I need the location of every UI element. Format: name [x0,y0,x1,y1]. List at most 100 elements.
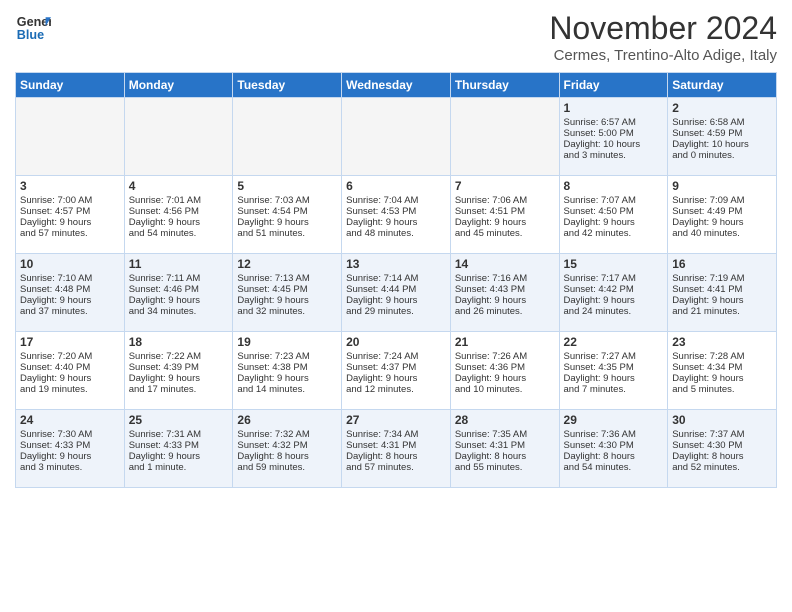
cell-info-line: Sunset: 4:45 PM [237,284,337,295]
day-number: 13 [346,257,446,271]
logo: General Blue [15,10,51,46]
cell-info-line: Sunset: 4:36 PM [455,362,555,373]
day-number: 12 [237,257,337,271]
cell-info-line: Sunset: 4:59 PM [672,128,772,139]
cell-info-line: Sunrise: 7:13 AM [237,273,337,284]
cell-info-line: Daylight: 10 hours [564,139,664,150]
cell-info-line: Sunset: 4:54 PM [237,206,337,217]
cell-info-line: Sunset: 4:51 PM [455,206,555,217]
calendar-cell: 15Sunrise: 7:17 AMSunset: 4:42 PMDayligh… [559,254,668,332]
cell-info-line: Daylight: 9 hours [346,295,446,306]
cell-info-line: and 54 minutes. [129,228,229,239]
cell-info-line: Sunset: 4:33 PM [20,440,120,451]
day-number: 30 [672,413,772,427]
cell-info-line: Sunset: 4:38 PM [237,362,337,373]
calendar-cell [450,98,559,176]
calendar-cell: 10Sunrise: 7:10 AMSunset: 4:48 PMDayligh… [16,254,125,332]
cell-info-line: Sunset: 4:43 PM [455,284,555,295]
cell-info-line: Sunrise: 7:35 AM [455,429,555,440]
cell-info-line: Sunrise: 7:00 AM [20,195,120,206]
calendar-cell: 6Sunrise: 7:04 AMSunset: 4:53 PMDaylight… [342,176,451,254]
day-of-week-header: Wednesday [342,73,451,98]
cell-info-line: Sunrise: 7:20 AM [20,351,120,362]
cell-info-line: Sunrise: 7:14 AM [346,273,446,284]
cell-info-line: Sunset: 4:44 PM [346,284,446,295]
cell-info-line: Sunrise: 7:10 AM [20,273,120,284]
cell-info-line: Sunset: 4:35 PM [564,362,664,373]
cell-info-line: Daylight: 9 hours [129,217,229,228]
cell-info-line: Sunrise: 7:37 AM [672,429,772,440]
day-number: 20 [346,335,446,349]
cell-info-line: Sunrise: 7:34 AM [346,429,446,440]
logo-icon: General Blue [15,10,51,46]
cell-info-line: Sunrise: 7:32 AM [237,429,337,440]
cell-info-line: Daylight: 8 hours [346,451,446,462]
calendar-cell: 18Sunrise: 7:22 AMSunset: 4:39 PMDayligh… [124,332,233,410]
day-number: 2 [672,101,772,115]
day-number: 4 [129,179,229,193]
cell-info-line: and 55 minutes. [455,462,555,473]
cell-info-line: Sunrise: 7:16 AM [455,273,555,284]
cell-info-line: Daylight: 8 hours [564,451,664,462]
cell-info-line: Sunset: 4:34 PM [672,362,772,373]
day-number: 26 [237,413,337,427]
calendar-cell: 23Sunrise: 7:28 AMSunset: 4:34 PMDayligh… [668,332,777,410]
cell-info-line: Sunset: 4:49 PM [672,206,772,217]
cell-info-line: Daylight: 9 hours [455,373,555,384]
calendar-cell: 13 Sunrise: 7:14 AMSunset: 4:44 PMDayligh… [342,254,451,332]
cell-info-line: Daylight: 9 hours [129,295,229,306]
cell-info-line: Sunset: 5:00 PM [564,128,664,139]
cell-info-line: Sunset: 4:56 PM [129,206,229,217]
calendar-cell: 12Sunrise: 7:13 AMSunset: 4:45 PMDayligh… [233,254,342,332]
cell-info-line: Sunrise: 7:31 AM [129,429,229,440]
day-number: 5 [237,179,337,193]
cell-info-line: Daylight: 9 hours [346,217,446,228]
cell-info-line: Sunset: 4:39 PM [129,362,229,373]
cell-info-line: and 40 minutes. [672,228,772,239]
calendar-cell: 21Sunrise: 7:26 AMSunset: 4:36 PMDayligh… [450,332,559,410]
cell-info-line: Sunset: 4:46 PM [129,284,229,295]
cell-info-line: Sunrise: 7:07 AM [564,195,664,206]
cell-info-line: and 21 minutes. [672,306,772,317]
week-row: 24Sunrise: 7:30 AMSunset: 4:33 PMDayligh… [16,410,777,488]
day-of-week-header: Tuesday [233,73,342,98]
cell-info-line: and 19 minutes. [20,384,120,395]
cell-info-line: Daylight: 9 hours [20,295,120,306]
month-title: November 2024 [549,10,777,47]
day-number: 15 [564,257,664,271]
cell-info-line: Daylight: 9 hours [455,295,555,306]
calendar-cell: 11Sunrise: 7:11 AMSunset: 4:46 PMDayligh… [124,254,233,332]
day-number: 10 [20,257,120,271]
subtitle: Cermes, Trentino-Alto Adige, Italy [549,47,777,64]
cell-info-line: Daylight: 8 hours [237,451,337,462]
calendar-cell: 1Sunrise: 6:57 AMSunset: 5:00 PMDaylight… [559,98,668,176]
svg-text:Blue: Blue [17,28,44,42]
cell-info-line: and 34 minutes. [129,306,229,317]
day-number: 24 [20,413,120,427]
cell-info-line: and 10 minutes. [455,384,555,395]
cell-info-line: Sunrise: 7:30 AM [20,429,120,440]
calendar-cell [16,98,125,176]
day-number: 21 [455,335,555,349]
day-number: 14 [455,257,555,271]
cell-info-line: Sunset: 4:33 PM [129,440,229,451]
cell-info-line: and 59 minutes. [237,462,337,473]
day-number: 29 [564,413,664,427]
calendar-cell: 19Sunrise: 7:23 AMSunset: 4:38 PMDayligh… [233,332,342,410]
day-number: 25 [129,413,229,427]
day-number: 27 [346,413,446,427]
calendar-cell: 5Sunrise: 7:03 AMSunset: 4:54 PMDaylight… [233,176,342,254]
day-of-week-header: Monday [124,73,233,98]
cell-info-line: Daylight: 9 hours [672,373,772,384]
cell-info-line: and 54 minutes. [564,462,664,473]
cell-info-line: Daylight: 9 hours [672,295,772,306]
cell-info-line: and 12 minutes. [346,384,446,395]
cell-info-line: Sunrise: 7:06 AM [455,195,555,206]
cell-info-line: Daylight: 9 hours [564,217,664,228]
cell-info-line: and 24 minutes. [564,306,664,317]
title-block: November 2024 Cermes, Trentino-Alto Adig… [549,10,777,64]
day-number: 22 [564,335,664,349]
day-number: 6 [346,179,446,193]
cell-info-line: Sunset: 4:42 PM [564,284,664,295]
calendar-cell [342,98,451,176]
